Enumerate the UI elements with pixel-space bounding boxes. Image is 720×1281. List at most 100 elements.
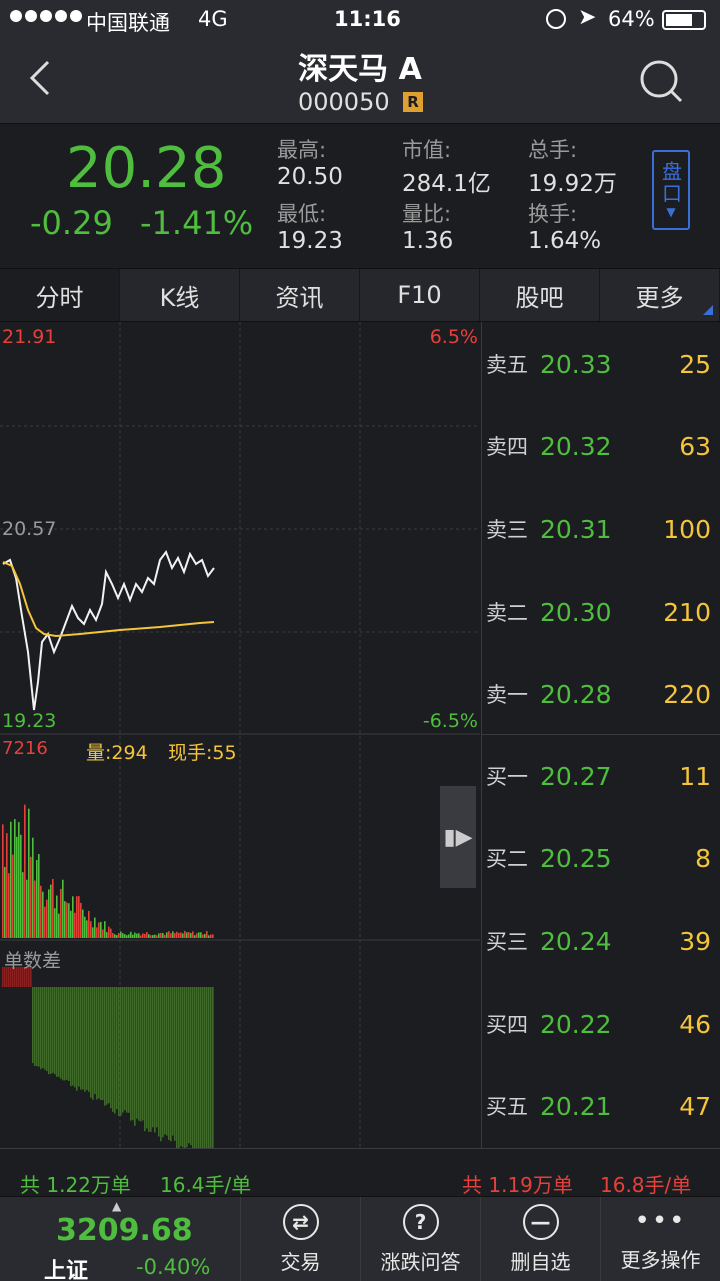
- remove-watchlist-button[interactable]: — 删自选: [480, 1197, 600, 1281]
- order-book-row[interactable]: 买三 20.24 39: [482, 921, 720, 961]
- volume-bar: [124, 934, 126, 938]
- order-diff-bar: [186, 987, 188, 1148]
- question-icon: ?: [402, 1203, 439, 1240]
- remove-watchlist-label: 删自选: [510, 1249, 571, 1274]
- remove-icon: —: [522, 1203, 559, 1240]
- order-book-row[interactable]: 卖四 20.32 63: [482, 426, 720, 466]
- stat-label-mktcap: 市值:: [402, 138, 452, 162]
- tab-more[interactable]: 更多: [600, 269, 720, 321]
- order-diff-bar: [76, 987, 78, 1091]
- order-diff-bar: [98, 987, 100, 1099]
- volume-bar: [188, 931, 190, 938]
- volume-bar: [78, 896, 80, 938]
- order-level-label: 买四: [486, 1013, 528, 1037]
- volume-bar: [72, 896, 74, 938]
- intraday-chart[interactable]: 21.91 6.5% 20.57 19.23 -6.5% 7216 量:294 …: [0, 322, 480, 1148]
- order-panel-button[interactable]: 盘口 ▼: [652, 150, 690, 230]
- order-diff-bar: [210, 987, 212, 1148]
- volume-bar: [126, 935, 128, 938]
- order-diff-bar: [120, 987, 122, 1116]
- play-icon: ▮▶: [443, 824, 473, 850]
- battery-percent: 64%: [608, 7, 655, 31]
- order-book-row[interactable]: 买五 20.21 47: [482, 1086, 720, 1126]
- order-level-price: 20.25: [540, 843, 612, 873]
- volume-bar: [182, 933, 184, 938]
- volume-bar: [108, 926, 110, 938]
- stat-label-volume: 总手:: [528, 138, 578, 162]
- tab-kline[interactable]: K线: [120, 269, 240, 321]
- sell-total: 共 1.19万单: [462, 1173, 573, 1197]
- order-diff-bar: [192, 987, 194, 1148]
- order-diff-bar: [112, 987, 114, 1112]
- volume-bar: [172, 931, 174, 938]
- order-diff-bar: [54, 987, 56, 1075]
- search-button[interactable]: [638, 58, 684, 104]
- order-diff-bar: [86, 987, 88, 1091]
- volume-bar: [152, 935, 154, 938]
- tab-news[interactable]: 资讯: [240, 269, 360, 321]
- order-diff-bar: [190, 987, 192, 1146]
- qa-button[interactable]: ? 涨跌问答: [360, 1197, 480, 1281]
- status-bar: 中国联通 4G 11:16 ➤ 64%: [0, 0, 720, 40]
- price-axis-high: 21.91: [2, 326, 57, 348]
- order-diff-label: 单数差: [4, 950, 62, 972]
- volume-bar: [168, 931, 170, 938]
- volume-bar: [200, 932, 202, 938]
- order-level-label: 卖四: [486, 435, 528, 459]
- corner-triangle-icon: [703, 305, 713, 315]
- volume-bar: [114, 934, 116, 938]
- order-diff-bar: [142, 987, 144, 1121]
- order-diff-bar: [150, 987, 152, 1132]
- index-ticker[interactable]: ▲ 3209.68 上证 -0.40%: [0, 1197, 240, 1281]
- volume-axis-max: 7216: [2, 738, 48, 759]
- volume-bar: [174, 933, 176, 938]
- more-icon: •••: [634, 1205, 687, 1236]
- stat-value-turnover: 1.64%: [528, 228, 602, 254]
- tab-f10[interactable]: F10: [360, 269, 480, 321]
- price-change-pct: -1.41%: [140, 204, 254, 242]
- expand-panel-button[interactable]: ▮▶: [440, 786, 476, 888]
- sell-avg: 16.8手/单: [600, 1173, 692, 1197]
- order-diff-bar: [80, 987, 82, 1090]
- volume-bar: [146, 932, 148, 938]
- order-diff-bar: [84, 987, 86, 1092]
- order-level-label: 卖三: [486, 518, 528, 542]
- volume-bar: [56, 895, 58, 938]
- volume-bar: [100, 921, 102, 938]
- order-level-volume: 210: [663, 597, 711, 627]
- order-diff-bar: [182, 987, 184, 1148]
- order-diff-bar: [196, 987, 198, 1148]
- order-diff-bar: [162, 987, 164, 1138]
- order-book-row[interactable]: 卖二 20.30 210: [482, 592, 720, 632]
- order-diff-bar: [100, 987, 102, 1101]
- order-panel-label: 盘口: [658, 161, 683, 205]
- order-diff-bar: [156, 987, 158, 1128]
- order-diff-bar: [140, 987, 142, 1122]
- tab-forum[interactable]: 股吧: [480, 269, 600, 321]
- volume-bar: [54, 908, 56, 938]
- stat-value-mktcap: 284.1亿: [402, 171, 491, 197]
- volume-bar: [130, 931, 132, 938]
- order-book-row[interactable]: 卖五 20.33 25: [482, 344, 720, 384]
- index-name: 上证: [44, 1259, 89, 1281]
- volume-bar: [102, 929, 104, 938]
- chevron-up-icon: ▲: [112, 1199, 122, 1213]
- order-level-volume: 39: [679, 926, 711, 956]
- volume-bar: [76, 896, 78, 938]
- more-actions-button[interactable]: ••• 更多操作: [600, 1197, 720, 1281]
- trade-button[interactable]: ⇄ 交易: [240, 1197, 360, 1281]
- order-book-row[interactable]: 买一 20.27 11: [482, 756, 720, 796]
- volume-bar: [178, 932, 180, 938]
- volume-bar: [16, 836, 18, 938]
- volume-bar: [70, 910, 72, 938]
- order-diff-bar: [48, 987, 50, 1075]
- order-book-row[interactable]: 卖三 20.31 100: [482, 509, 720, 549]
- tab-intraday[interactable]: 分时: [0, 269, 120, 321]
- order-diff-bar: [94, 987, 96, 1095]
- order-book-row[interactable]: 买二 20.25 8: [482, 838, 720, 878]
- volume-bar: [138, 933, 140, 938]
- order-diff-bar: [124, 987, 126, 1111]
- order-diff-bar: [70, 987, 72, 1087]
- order-book-row[interactable]: 买四 20.22 46: [482, 1004, 720, 1044]
- order-book-row[interactable]: 卖一 20.28 220: [482, 674, 720, 714]
